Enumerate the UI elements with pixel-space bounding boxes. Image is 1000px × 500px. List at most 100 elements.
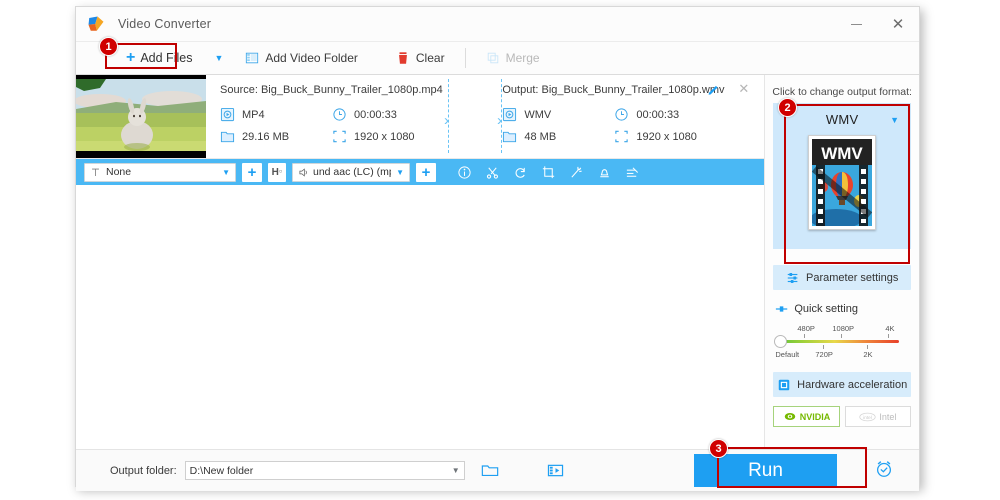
folder-open-icon — [481, 465, 498, 477]
output-size-label: 48 MB — [524, 130, 557, 143]
nvidia-button[interactable]: NVIDIA — [773, 406, 840, 427]
svg-text:intel: intel — [864, 415, 873, 420]
nvidia-label: NVIDIA — [799, 411, 831, 422]
intel-logo-icon: intel — [859, 412, 876, 421]
output-meta-row-2: 48 MB 1920 x 1080 — [502, 129, 764, 144]
add-video-folder-label: Add Video Folder — [265, 51, 358, 65]
source-meta-row-2: 29.16 MB 1920 x 1080 — [220, 129, 502, 144]
resolution-icon — [333, 130, 346, 143]
slider-tick — [804, 334, 806, 338]
output-format: WMV — [502, 107, 614, 122]
trash-icon — [398, 52, 407, 64]
subtitle-value: None — [106, 166, 132, 178]
subtitle-edit-icon[interactable] — [618, 159, 646, 185]
arrow-chevron-1: › — [444, 112, 449, 129]
intel-label: Intel — [879, 411, 897, 422]
parameter-settings-button[interactable]: Parameter settings — [773, 265, 911, 290]
add-subtitle-button[interactable]: + — [242, 162, 262, 182]
source-duration: 00:00:33 — [332, 107, 397, 122]
output-format-label: WMV — [524, 108, 552, 121]
source-info: Source: Big_Buck_Bunny_Trailer_1080p.mp4… — [206, 75, 502, 158]
file-size-icon — [220, 131, 235, 143]
main-toolbar: + Add Files ▼ Add Video Folder Clear Mer… — [76, 42, 919, 75]
slider-tick — [888, 334, 890, 338]
clear-button[interactable]: Clear — [388, 42, 453, 74]
audio-track-toggle-button[interactable]: H ○ — [268, 162, 286, 182]
sliders-icon — [787, 272, 798, 283]
slider-top-label-1080p: 1080P — [832, 324, 855, 333]
minimize-button[interactable] — [835, 7, 877, 41]
remove-file-button[interactable]: ✕ — [738, 81, 749, 97]
clock-icon — [333, 108, 346, 121]
subtitle-T-icon — [92, 168, 99, 176]
add-audio-button[interactable]: + — [416, 162, 436, 182]
rotate-icon[interactable] — [506, 159, 534, 185]
slider-knob[interactable] — [774, 335, 788, 348]
pencil-icon[interactable] — [707, 83, 720, 96]
audio-toggle-label: H — [271, 166, 279, 178]
output-meta-row-1: WMV 00:00:33 — [502, 107, 764, 122]
film-folder-icon — [547, 464, 563, 477]
open-output-button[interactable] — [547, 463, 564, 478]
intel-button[interactable]: intel Intel — [844, 406, 912, 427]
chevron-down-icon: ▼ — [396, 167, 404, 177]
source-resolution-label: 1920 x 1080 — [354, 130, 415, 143]
open-folder-button[interactable] — [481, 463, 499, 478]
slider-top-label-480p: 480P — [797, 324, 815, 333]
schedule-button[interactable] — [874, 459, 894, 484]
info-icon[interactable] — [450, 159, 478, 185]
source-format: MP4 — [220, 107, 332, 122]
gpu-options: NVIDIA intel Intel — [773, 406, 912, 427]
quick-setting-icon — [776, 306, 788, 312]
add-video-folder-button[interactable]: Add Video Folder — [237, 42, 366, 74]
title-bar: Video Converter ✕ — [76, 7, 919, 42]
output-resolution-label: 1920 x 1080 — [636, 130, 697, 143]
crop-icon[interactable] — [534, 159, 562, 185]
file-card: Source: Big_Buck_Bunny_Trailer_1080p.mp4… — [76, 75, 765, 159]
effects-magic-wand-icon[interactable] — [562, 159, 590, 185]
audio-select[interactable]: und aac (LC) (mp4a ▼ — [292, 162, 410, 182]
edit-toolbar: None ▼ + H○ und aac (LC) (mp4a ▼ — [76, 159, 765, 185]
play-logo-icon — [88, 16, 104, 31]
slider-tick — [867, 345, 869, 349]
quality-slider[interactable]: 480P 1080P 4K Default 720P 2K — [774, 324, 909, 362]
add-files-dropdown-caret[interactable]: ▼ — [214, 53, 223, 63]
file-size-icon — [503, 131, 517, 143]
output-resolution: 1920 x 1080 — [614, 129, 697, 144]
chevron-down-icon[interactable]: ▼ — [452, 466, 460, 475]
annotation-badge-2: 2 — [778, 98, 797, 117]
audio-value: und aac (LC) (mp4a — [313, 166, 391, 178]
big-buck-bunny-frame — [76, 75, 206, 158]
edit-tool-icons — [450, 159, 646, 185]
output-duration: 00:00:33 — [614, 107, 679, 122]
toolbar-divider — [464, 48, 466, 68]
slider-bottom-label-default: Default — [775, 350, 800, 359]
source-meta-row-1: MP4 00:00:33 — [220, 107, 502, 122]
slider-top-label-4k: 4K — [885, 324, 895, 333]
video-thumbnail[interactable] — [76, 75, 206, 158]
nvidia-eye-icon — [784, 413, 796, 420]
annotation-box-format — [784, 104, 910, 264]
cut-scissors-icon[interactable] — [478, 159, 506, 185]
slider-tick — [823, 345, 825, 349]
source-filename: Source: Big_Buck_Bunny_Trailer_1080p.mp4 — [220, 84, 443, 96]
screenshot-root: Video Converter ✕ + Add Files ▼ Add Vide… — [0, 0, 1000, 500]
format-icon — [220, 107, 235, 122]
output-folder-value: D:\New folder — [189, 464, 254, 477]
output-folder-input[interactable]: D:\New folder ▼ — [184, 461, 465, 480]
format-icon — [503, 107, 517, 122]
watermark-stamp-icon[interactable] — [590, 159, 618, 185]
output-info: Output: Big_Buck_Bunny_Trailer_1080p.wmv… — [502, 75, 764, 158]
close-button[interactable]: ✕ — [877, 7, 919, 41]
hardware-acceleration-button[interactable]: Hardware acceleration — [773, 372, 911, 397]
source-format-label: MP4 — [242, 108, 265, 121]
source-size: 29.16 MB — [220, 129, 332, 144]
subtitle-select[interactable]: None ▼ — [84, 162, 236, 182]
annotation-badge-1: 1 — [99, 37, 118, 56]
slider-tick — [841, 334, 843, 338]
chip-icon — [778, 379, 790, 390]
slider-track[interactable] — [775, 340, 900, 343]
output-filename: Output: Big_Buck_Bunny_Trailer_1080p.wmv — [502, 84, 725, 96]
window-controls: ✕ — [835, 7, 919, 41]
chevron-down-icon: ▼ — [222, 167, 230, 177]
